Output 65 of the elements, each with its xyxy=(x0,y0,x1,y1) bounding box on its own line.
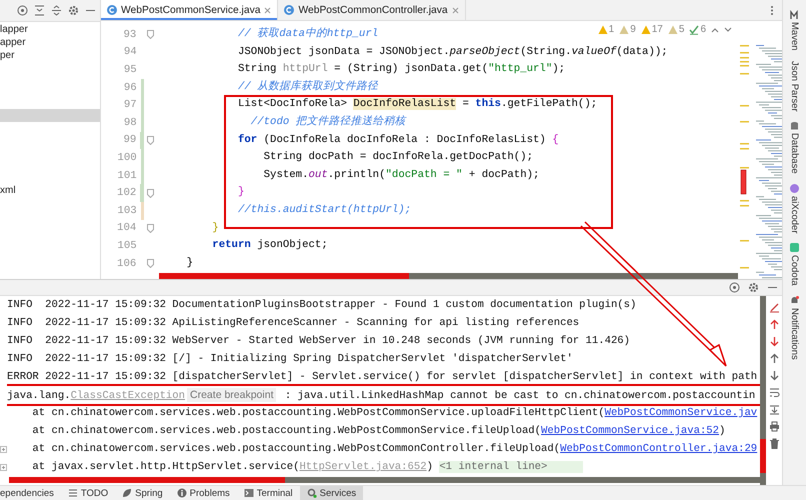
tool-window-tab[interactable]: ependencies xyxy=(0,486,61,500)
code-line: String httpUrl = (String) jsonData.get("http_url"); xyxy=(236,62,566,78)
file-link[interactable]: WebPostCommonController.java:29 xyxy=(560,443,758,455)
tool-window-tab[interactable]: Spring xyxy=(115,486,170,500)
line-number: 97 xyxy=(122,99,138,112)
tree-item[interactable]: apper xyxy=(0,36,100,49)
file-link[interactable]: WebPostCommonService.java:52 xyxy=(541,425,720,437)
line-number: 95 xyxy=(122,64,138,76)
line-number: 101 xyxy=(116,170,138,182)
console-line: INFO 2022-11-17 15:09:32 [/] - Initializing Spring DispatcherServlet 'dispatcherServlet' xyxy=(7,352,573,367)
file-link[interactable]: WebPostCommonService.jav xyxy=(604,407,758,419)
tree-item[interactable]: lapper xyxy=(0,23,100,36)
code-line: for (DocInfoRela docInfoRela : DocInfoRelasList) { xyxy=(236,132,559,148)
code-line: List<DocInfoRela> DocInfoRelasList = this.getFilePath(); xyxy=(236,97,598,112)
tool-window-tab[interactable]: TODO xyxy=(60,486,116,500)
tool-window-button[interactable]: Maven xyxy=(789,22,800,51)
inspection-count: 6 xyxy=(700,24,706,35)
inspection-count: 5 xyxy=(678,24,684,35)
tool-window-button[interactable]: Codota xyxy=(789,255,800,286)
tool-window-button[interactable]: Notifications xyxy=(789,308,800,360)
tree-item[interactable]: xml xyxy=(0,184,100,197)
line-number: 106 xyxy=(116,258,138,270)
tool-window-tab[interactable]: Problems xyxy=(170,486,237,500)
code-line: //todo 把文件路径推送给稍核 xyxy=(250,114,406,130)
tree-item[interactable]: per xyxy=(0,49,100,62)
code-line: //this.auditStart(httpUrl); xyxy=(236,202,412,218)
folded-lines-link[interactable]: <1 internal line> xyxy=(439,461,584,473)
console-line: INFO 2022-11-17 15:09:32 WebServer - Started WebServer in 10.248 seconds (JVM running for 11.426) xyxy=(7,334,630,349)
code-line: String docPath = docInfoRela.getDocPath(); xyxy=(262,150,533,166)
console-line: at javax.servlet.http.HttpServlet.service(HttpServlet.java:652) <1 internal line> xyxy=(7,458,584,476)
tool-window-button[interactable]: Database xyxy=(789,133,800,174)
inspection-count: 9 xyxy=(630,24,636,35)
line-number: 94 xyxy=(122,46,138,58)
line-number: 103 xyxy=(116,204,138,217)
tool-window-button[interactable]: aiXcoder xyxy=(789,196,800,234)
console-line: at cn.chinatowercom.services.web.postaccounting.WebPostCommonService.fileUpload(WebPostCommonService.java:52) xyxy=(31,424,726,439)
code-line: } xyxy=(236,185,244,200)
line-number: 104 xyxy=(116,222,138,234)
code-line: } xyxy=(211,220,219,236)
line-number: 105 xyxy=(116,240,138,252)
console-line: ERROR 2022-11-17 15:09:32 [dispatcherServlet] - Servlet.service() for servlet [dispatcherServlet] in context with path xyxy=(7,370,758,385)
console-line: at cn.chinatowercom.services.web.postaccounting.WebPostCommonService.uploadFileHttpClient(WebPostCommonService.jav xyxy=(31,406,758,421)
code-line: return jsonObject; xyxy=(211,238,328,254)
code-line: JSONObject jsonData = JSONObject.parseObject(String.valueOf(data)); xyxy=(236,44,668,60)
file-tab[interactable]: WebPostCommonController.java xyxy=(278,0,466,20)
line-number: 98 xyxy=(122,116,138,129)
tool-window-button[interactable]: Json Parser xyxy=(789,60,800,112)
console-line: at cn.chinatowercom.services.web.postaccounting.WebPostCommonController.fileUpload(WebPostCommonController.java:29 xyxy=(31,442,758,457)
inspection-count: 17 xyxy=(652,24,663,35)
tool-window-tab[interactable]: Terminal xyxy=(236,486,300,500)
create-breakpoint-button[interactable]: Create breakpoint xyxy=(187,388,276,402)
inspection-count: 1 xyxy=(608,24,614,35)
console-line: INFO 2022-11-17 15:09:32 ApiListingReferenceScanner - Scanning for api listing references xyxy=(7,316,580,331)
console-line: INFO 2022-11-17 15:09:32 DocumentationPluginsBootstrapper - Found 1 custom documentation plugin(s) xyxy=(7,298,636,313)
code-line: // 从数据库获取到文件路径 xyxy=(236,79,378,95)
code-line: // 获取data中的http_url xyxy=(236,26,378,42)
line-number: 102 xyxy=(116,187,138,200)
code-line: } xyxy=(186,256,194,271)
file-tab[interactable]: WebPostCommonService.java xyxy=(101,0,278,20)
code-line: System.out.println("docPath = " + docPath); xyxy=(262,168,540,183)
line-number: 100 xyxy=(116,152,138,164)
line-number: 99 xyxy=(122,134,138,146)
line-number: 93 xyxy=(122,28,138,41)
tool-window-tab[interactable]: Services xyxy=(300,486,364,500)
line-number: 96 xyxy=(122,82,138,94)
